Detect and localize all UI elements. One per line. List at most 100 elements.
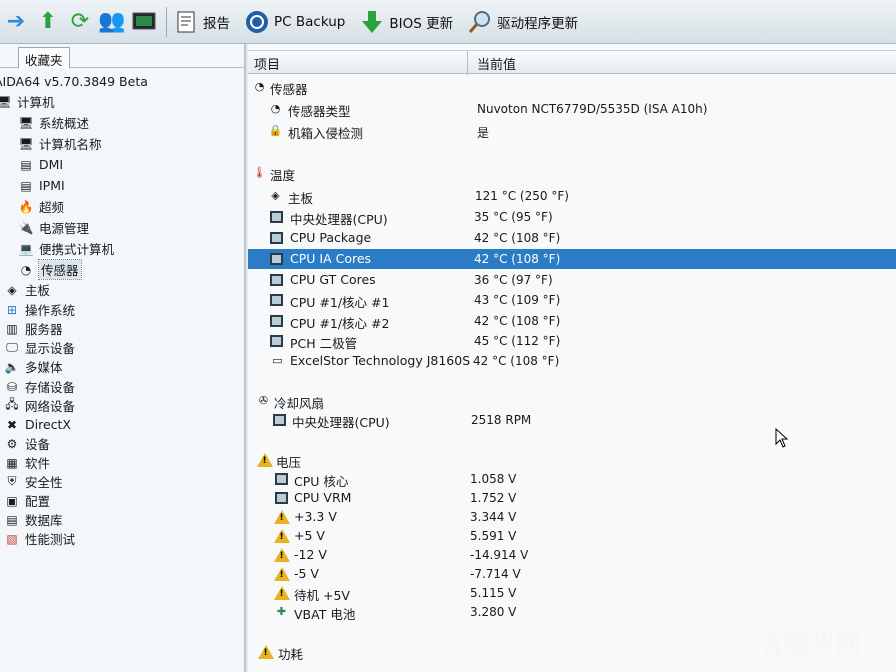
tree-item-sensor[interactable]: ◔ 传感器 [18,259,82,280]
list-item[interactable]: CPU 核心 1.058 V [248,469,896,489]
list-item[interactable]: CPU GT Cores 36 °C (97 °F) [248,270,896,290]
list-item[interactable]: PCH 二极管 45 °C (112 °F) [248,331,896,351]
list-item[interactable]: CPU #1/核心 #1 43 °C (109 °F) [248,290,896,310]
navigation-panel: 收藏夹 AIDA64 v5.70.3849 Beta 🖥 计算机 🖥 系统概述 … [0,44,246,672]
chip-icon: ◈ [7,282,17,297]
column-header: 项目 当前值 [248,50,896,75]
section-voltage: ! 电压 [248,450,896,470]
list-item[interactable]: 中央处理器(CPU) 35 °C (95 °F) [248,207,896,227]
tree-item-config[interactable]: ▣ 配置 [4,491,50,510]
warning-icon: ! [257,644,274,659]
watermark-url: suizhoushi.com [788,656,866,667]
tree-item-computer-name[interactable]: 🖥 计算机名称 [18,134,101,153]
config-icon: ▣ [6,493,18,508]
list-item[interactable]: ! +3.3 V 3.344 V [248,507,896,527]
bios-update-label: BIOS 更新 [389,15,454,32]
chip-icon [269,292,284,307]
windows-icon: ⊞ [6,302,18,317]
section-sensor: ◔ 传感器 [248,77,896,97]
download-arrow-icon [359,9,385,35]
monitor-icon: 🖵 [6,340,18,354]
list-item[interactable]: CPU #1/核心 #2 42 °C (108 °F) [248,311,896,331]
flame-icon: 🔥 [18,199,34,214]
tree-item-benchmark[interactable]: ▧ 性能测试 [4,529,75,548]
driver-update-label: 驱动程序更新 [497,15,579,32]
tree-item-network[interactable]: 🖧 网络设备 [4,396,75,415]
list-item[interactable]: ! +5 V 5.591 V [248,526,896,546]
refresh-icon[interactable]: ⟳ [66,7,94,37]
tree-item-directx[interactable]: ✖ DirectX [4,415,71,434]
report-icon [173,9,199,35]
list-item-selected[interactable]: CPU IA Cores 42 °C (108 °F) [248,249,896,269]
list-item[interactable]: 中央处理器(CPU) 2518 RPM [248,410,896,430]
tree-item-os[interactable]: ⊞ 操作系统 [4,300,75,319]
watermark-logo-icon [764,628,782,654]
database-icon: ▤ [6,512,18,527]
computer-icon: 🖥 [18,115,34,130]
list-item[interactable]: ◈ 主板 121 °C (250 °F) [248,186,896,206]
chip-icon [269,209,284,224]
tree-item-motherboard[interactable]: ◈ 主板 [4,280,50,299]
section-fan: ✇ 冷却风扇 [248,391,896,411]
list-item[interactable]: ! -5 V -7.714 V [248,564,896,584]
software-icon: ▦ [6,455,18,470]
column-header-value[interactable]: 当前值 [477,54,516,73]
report-label: 报告 [203,15,230,32]
gauge-icon: ◔ [20,262,32,277]
list-item[interactable]: ✚ VBAT 电池 3.280 V [248,602,896,622]
column-header-item[interactable]: 项目 [254,54,280,73]
report-button[interactable]: 报告 [173,7,230,37]
watermark: 随州网 suizhoushi.com [760,622,896,672]
pc-backup-button[interactable]: PC Backup [244,7,345,37]
shield-icon: ⛨ [7,474,17,488]
tree-item-security[interactable]: ⛨ 安全性 [4,472,62,491]
document-icon: ▤ [20,157,32,172]
tree-item-system-summary[interactable]: 🖥 系统概述 [18,113,89,132]
chip-icon: ◈ [271,189,280,202]
tree-item-software[interactable]: ▦ 软件 [4,453,50,472]
tree-root[interactable]: AIDA64 v5.70.3849 Beta [0,72,148,91]
list-item[interactable]: ▭ ExcelStor Technology J8160S 42 °C (108… [248,351,896,371]
chip-icon [274,490,289,505]
laptop-icon: 💻 [18,241,34,256]
monitor-icon[interactable] [130,7,158,37]
magnifier-icon [467,9,493,35]
tab-favorites[interactable]: 收藏夹 [18,47,70,68]
tree-item-dmi[interactable]: ▤ DMI [18,155,63,174]
network-icon: 🖧 [5,397,19,411]
chip-icon [269,230,284,245]
gauge-icon: ◔ [270,102,281,115]
thermometer-icon: 🌡 [252,166,267,179]
tree-item-ipmi[interactable]: ▤ IPMI [18,176,64,195]
chip-icon [269,313,284,328]
tree-item-display[interactable]: 🖵 显示设备 [4,338,75,357]
tree-item-storage[interactable]: ⛁ 存储设备 [4,377,75,396]
tree-item-devices[interactable]: ⚙ 设备 [4,434,50,453]
list-item[interactable]: ! -12 V -14.914 V [248,545,896,565]
tree-item-portable-computer[interactable]: 💻 便携式计算机 [18,239,115,258]
list-item[interactable]: CPU Package 42 °C (108 °F) [248,228,896,248]
tree-item-computer[interactable]: 🖥 计算机 [0,92,55,111]
list-item[interactable]: 🔒 机箱入侵检测 是 [248,121,896,141]
tree-item-multimedia[interactable]: 🔈 多媒体 [4,357,63,376]
section-temperature: 🌡 温度 [252,166,296,183]
hard-drive-icon: ▭ [272,354,283,367]
list-item[interactable]: ! 待机 +5V 5.115 V [248,583,896,603]
warning-icon: ! [273,528,290,543]
bios-update-button[interactable]: BIOS 更新 [359,7,453,37]
benchmark-icon: ▧ [6,531,18,546]
tree-item-overclock[interactable]: 🔥 超频 [18,197,65,216]
fan-icon: ✇ [258,394,269,407]
driver-update-button[interactable]: 驱动程序更新 [467,7,578,37]
users-icon[interactable]: 👥 [98,7,126,37]
tree-item-power-management[interactable]: 🔌 电源管理 [18,218,90,237]
tree-item-database[interactable]: ▤ 数据库 [4,510,62,529]
list-item[interactable]: ◔ 传感器类型 Nuvoton NCT6779D/5535D (ISA A10h… [248,99,896,119]
forward-arrow-icon[interactable]: ➔ [2,7,30,37]
details-panel: 项目 当前值 ◔ 传感器 ◔ 传感器类型 Nuvoton NCT6779D/55… [248,44,896,672]
tree-item-server[interactable]: ▥ 服务器 [4,319,62,338]
up-arrow-icon[interactable]: ⬆ [34,7,62,37]
column-divider[interactable] [467,51,468,75]
devices-icon: ⚙ [6,436,18,451]
list-item[interactable]: CPU VRM 1.752 V [248,488,896,508]
